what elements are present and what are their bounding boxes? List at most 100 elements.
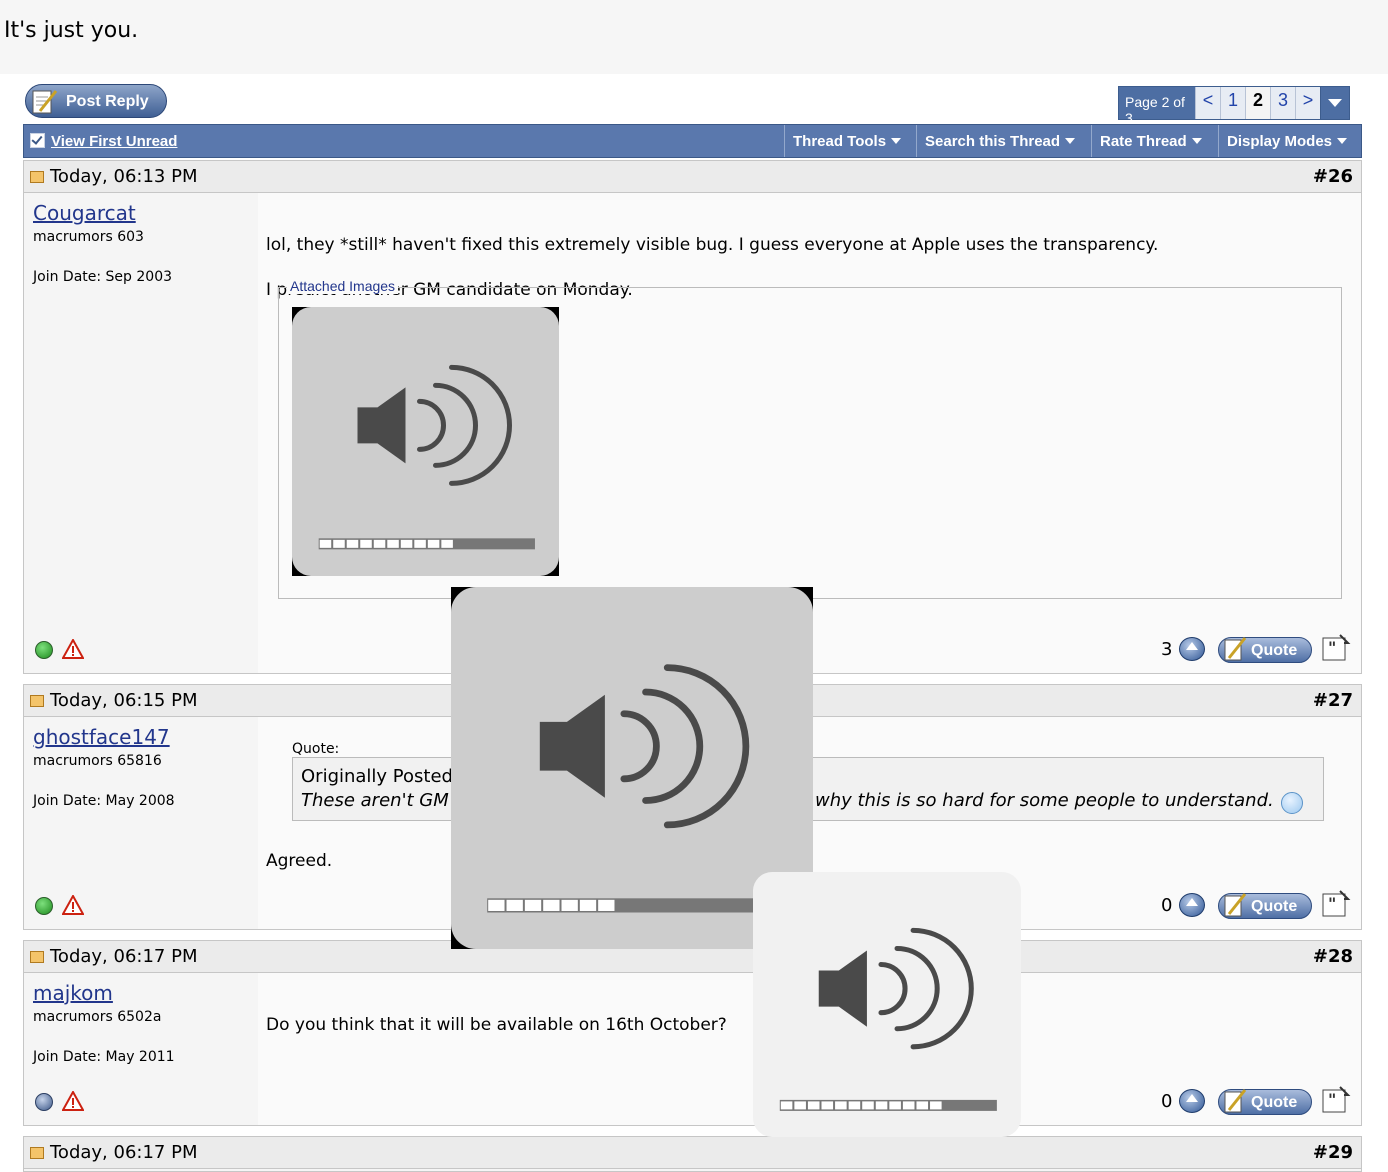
search-thread-label: Search this Thread bbox=[925, 133, 1061, 150]
username-link[interactable]: ghostface147 bbox=[33, 725, 170, 749]
smiley-icon bbox=[1281, 792, 1303, 814]
volume-hud bbox=[753, 872, 1021, 1137]
rate-thread-menu[interactable]: Rate Thread bbox=[1091, 125, 1218, 157]
volume-level-segment bbox=[889, 1101, 901, 1110]
page-2-current: 2 bbox=[1245, 87, 1270, 119]
search-thread-menu[interactable]: Search this Thread bbox=[916, 125, 1091, 157]
volume-level-segment bbox=[875, 1101, 888, 1110]
attached-images-label: Attached Images bbox=[287, 278, 399, 294]
page-1-link[interactable]: 1 bbox=[1220, 87, 1245, 119]
volume-level-segment bbox=[373, 539, 386, 548]
volume-level-segment bbox=[414, 539, 426, 548]
quote-label: Quote bbox=[1251, 898, 1298, 915]
quote-icon bbox=[1224, 1089, 1247, 1113]
quote-label: Quote bbox=[1251, 1094, 1298, 1111]
multi-quote-icon[interactable]: " bbox=[1320, 633, 1352, 663]
vote-count: 0 bbox=[1161, 895, 1173, 916]
volume-level-segment bbox=[524, 899, 542, 911]
quote-icon bbox=[1224, 893, 1247, 917]
post-icon bbox=[30, 1147, 44, 1159]
volume-level-segment bbox=[794, 1101, 806, 1110]
user-info: ghostface147 macrumors 65816 Join Date: … bbox=[24, 717, 259, 929]
join-date: Join Date: May 2011 bbox=[33, 1049, 175, 1065]
report-post-icon[interactable] bbox=[62, 1091, 84, 1111]
join-date: Join Date: May 2008 bbox=[33, 793, 175, 809]
upvote-icon[interactable] bbox=[1179, 637, 1205, 661]
volume-level-segment bbox=[835, 1101, 847, 1110]
upvote-icon[interactable] bbox=[1179, 893, 1205, 917]
thread-toolbar: View First Unread Thread Tools Search th… bbox=[23, 124, 1362, 158]
user-info: Cougarcat macrumors 603 Join Date: Sep 2… bbox=[24, 193, 259, 673]
report-post-icon[interactable] bbox=[62, 639, 84, 659]
post-number-link[interactable]: #29 bbox=[1313, 1142, 1353, 1163]
volume-level-segment bbox=[848, 1101, 861, 1110]
post-reply-icon bbox=[32, 90, 58, 114]
volume-level-segment bbox=[346, 539, 359, 548]
page-prev-link[interactable]: < bbox=[1195, 87, 1220, 119]
report-post-icon[interactable] bbox=[62, 895, 84, 915]
multi-quote-icon[interactable]: " bbox=[1320, 889, 1352, 919]
quote-text-end: why this is so hard for some people to u… bbox=[815, 790, 1274, 811]
volume-level-segment bbox=[387, 539, 399, 548]
post-icon bbox=[30, 695, 44, 707]
volume-level-segment bbox=[427, 539, 440, 548]
page-jump-dropdown[interactable] bbox=[1320, 87, 1349, 119]
volume-level-segment bbox=[319, 539, 332, 548]
post-date: Today, 06:17 PM bbox=[50, 946, 198, 967]
volume-level-segment bbox=[400, 539, 413, 548]
dropdown-arrow-icon bbox=[1191, 138, 1202, 144]
volume-level-segment bbox=[862, 1101, 874, 1110]
dropdown-arrow-icon bbox=[1065, 138, 1076, 144]
username-link[interactable]: majkom bbox=[33, 981, 113, 1005]
volume-hud-graphic bbox=[292, 307, 559, 576]
volume-level-segment bbox=[506, 899, 523, 911]
page-navigation: Page 2 of 3 < 1 2 3 > bbox=[1118, 86, 1350, 126]
volume-level-segment bbox=[360, 539, 372, 548]
volume-hud bbox=[292, 307, 559, 576]
post-icon bbox=[30, 171, 44, 183]
view-first-unread-label: View First Unread bbox=[51, 133, 178, 150]
username-link[interactable]: Cougarcat bbox=[33, 201, 136, 225]
dropdown-arrow-icon bbox=[1337, 138, 1348, 144]
checkbox-icon bbox=[30, 133, 45, 148]
post-header: Today, 06:13 PM #26 bbox=[24, 161, 1361, 193]
upvote-icon[interactable] bbox=[1179, 1089, 1205, 1113]
join-date: Join Date: Sep 2003 bbox=[33, 269, 173, 285]
rate-thread-label: Rate Thread bbox=[1100, 133, 1187, 150]
dropdown-arrow-icon bbox=[891, 138, 902, 144]
post-icon bbox=[30, 951, 44, 963]
svg-text:": " bbox=[1328, 638, 1336, 657]
volume-hud-graphic bbox=[753, 872, 1021, 1137]
post-number-link[interactable]: #26 bbox=[1313, 166, 1353, 187]
volume-level-segment bbox=[441, 539, 453, 548]
page-indicator: Page 2 of 3 bbox=[1119, 87, 1195, 126]
multi-quote-icon[interactable]: " bbox=[1320, 1085, 1352, 1115]
thread-tools-menu[interactable]: Thread Tools bbox=[784, 125, 916, 157]
post-number-link[interactable]: #28 bbox=[1313, 946, 1353, 967]
quote-button[interactable]: Quote bbox=[1218, 893, 1312, 919]
post-29: Today, 06:17 PM #29 bbox=[23, 1136, 1362, 1172]
quote-text-start: These aren't GM bbox=[301, 790, 449, 811]
svg-text:": " bbox=[1328, 894, 1336, 913]
user-title: macrumors 603 bbox=[33, 229, 144, 245]
volume-level-segment bbox=[543, 899, 560, 911]
top-band bbox=[0, 0, 1388, 74]
user-title: macrumors 65816 bbox=[33, 753, 162, 769]
quote-button[interactable]: Quote bbox=[1218, 637, 1312, 663]
volume-level-segment bbox=[902, 1101, 915, 1110]
page-next-link[interactable]: > bbox=[1295, 87, 1320, 119]
post-reply-text: Agreed. bbox=[266, 851, 333, 871]
quote-button[interactable]: Quote bbox=[1218, 1089, 1312, 1115]
online-status-icon bbox=[35, 641, 53, 659]
post-number-link[interactable]: #27 bbox=[1313, 690, 1353, 711]
offline-status-icon bbox=[35, 1093, 53, 1111]
volume-level-segment bbox=[930, 1101, 942, 1110]
vote-count: 3 bbox=[1161, 639, 1173, 660]
display-modes-menu[interactable]: Display Modes bbox=[1218, 125, 1361, 157]
quote-label: Quote bbox=[1251, 642, 1298, 659]
quote-origin: Originally Posted bbox=[301, 766, 453, 787]
page-3-link[interactable]: 3 bbox=[1270, 87, 1295, 119]
view-first-unread-link[interactable]: View First Unread bbox=[30, 133, 177, 150]
post-header: Today, 06:17 PM #29 bbox=[24, 1137, 1361, 1169]
post-reply-button[interactable]: Post Reply bbox=[25, 84, 167, 118]
